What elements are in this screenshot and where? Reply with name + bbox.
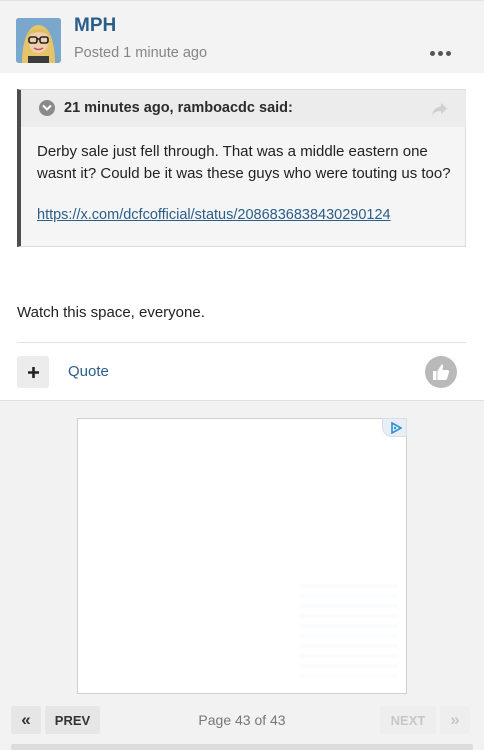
quote-button[interactable]: Quote — [68, 363, 109, 380]
advertisement-frame[interactable] — [77, 418, 407, 694]
pagination: « PREV Page 43 of 43 NEXT » — [0, 700, 484, 744]
ellipsis-icon[interactable] — [430, 47, 456, 59]
avatar[interactable] — [16, 18, 61, 63]
quote-block: 21 minutes ago, ramboacdc said: Derby sa… — [17, 89, 466, 247]
bottom-bar — [11, 744, 473, 750]
quote-text: Derby sale just fell through. That was a… — [37, 143, 451, 182]
thumbs-up-icon — [433, 364, 450, 380]
like-button[interactable] — [425, 356, 457, 388]
post-header: MPH Posted 1 minute ago — [0, 0, 484, 73]
quote-link[interactable]: https://x.com/dcfcofficial/status/208683… — [37, 207, 391, 223]
chevron-down-icon[interactable] — [39, 100, 55, 116]
post-body-text: Watch this space, everyone. — [17, 304, 205, 321]
post-timestamp: Posted 1 minute ago — [74, 45, 208, 61]
last-page-button: » — [440, 706, 470, 734]
author-name[interactable]: MPH — [74, 15, 116, 37]
share-arrow-icon[interactable] — [431, 101, 449, 117]
divider — [17, 342, 466, 343]
quote-header: 21 minutes ago, ramboacdc said: — [21, 90, 466, 127]
next-page-button: NEXT — [380, 706, 436, 734]
ad-placeholder — [300, 584, 398, 684]
adchoices-icon[interactable] — [382, 418, 407, 437]
forum-post: MPH Posted 1 minute ago 21 minutes ago, … — [0, 0, 484, 401]
add-reaction-button[interactable] — [17, 356, 49, 388]
quote-citation: 21 minutes ago, ramboacdc said: — [64, 100, 293, 116]
plus-icon — [27, 366, 39, 378]
